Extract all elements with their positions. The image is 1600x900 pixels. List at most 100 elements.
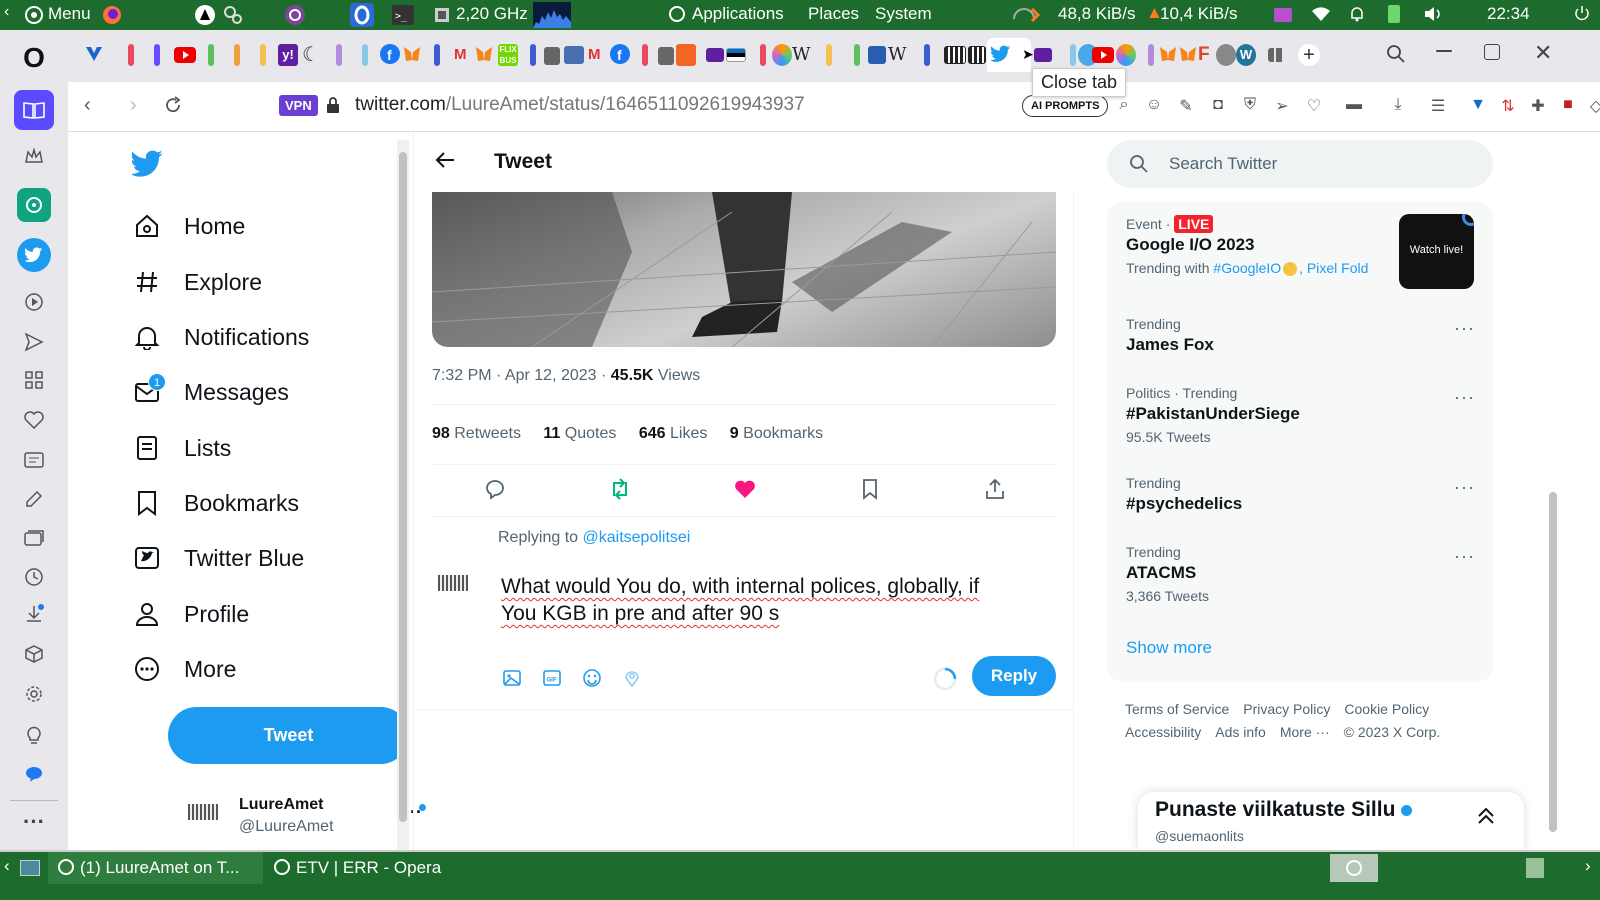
downloads-icon[interactable] <box>20 600 48 628</box>
forward-icon[interactable]: › <box>130 94 137 117</box>
tab-favicon-yahoo-icon[interactable]: y! <box>278 44 298 66</box>
show-desktop-icon[interactable] <box>20 860 40 876</box>
trend-more-icon[interactable]: ··· <box>1454 318 1475 339</box>
nav-notifications[interactable]: Notifications <box>132 317 309 357</box>
trash-icon[interactable] <box>1526 858 1544 878</box>
settings-launcher-icon[interactable] <box>222 4 244 31</box>
search-page-icon[interactable]: ⌕ <box>1114 96 1134 116</box>
inkscape-launcher-icon[interactable] <box>194 4 216 31</box>
tips-bulb-icon[interactable] <box>20 720 48 748</box>
heart-tool-icon[interactable]: ♡ <box>1304 96 1324 116</box>
speed-dial-icon[interactable] <box>20 366 48 394</box>
tab-favicon-purple-icon[interactable] <box>154 44 160 66</box>
tab-favicon-colorwheel-icon[interactable] <box>772 44 792 66</box>
tab-favicon-metamask2-icon[interactable] <box>474 44 494 66</box>
bookmark-action-icon[interactable] <box>858 477 882 501</box>
history-icon[interactable] <box>20 563 48 591</box>
extensions-icon[interactable] <box>20 640 48 668</box>
footer-link[interactable]: Ads info <box>1215 724 1266 740</box>
share-icon[interactable] <box>983 477 1007 501</box>
workspace-switcher[interactable] <box>1330 854 1378 882</box>
battery-icon[interactable] <box>1388 5 1400 28</box>
tab-favicon-yellow-icon[interactable] <box>260 44 266 66</box>
edit-tool-icon[interactable]: ✎ <box>1176 96 1196 116</box>
notifications-bell-icon[interactable] <box>1350 6 1364 27</box>
tab-favicon-orange-box-icon[interactable] <box>676 44 696 66</box>
taskbar-left-arrow-icon[interactable]: ‹ <box>4 856 10 876</box>
system-menu[interactable]: System <box>875 4 932 24</box>
nav-bookmarks[interactable]: Bookmarks <box>132 483 299 523</box>
close-window-icon[interactable]: ✕ <box>1534 40 1554 65</box>
trend-item[interactable]: Trending ATACMS 3,366 Tweets <box>1126 544 1209 604</box>
tab-favicon-lightblue-icon[interactable] <box>362 44 368 66</box>
taskbar-right-arrow-icon[interactable]: › <box>1585 856 1591 876</box>
tab-favicon-lightblue2-icon[interactable] <box>1070 44 1076 66</box>
send-icon[interactable] <box>20 328 48 356</box>
like-icon[interactable] <box>733 477 757 501</box>
tab-favicon-moon-icon[interactable]: ☾ <box>302 44 322 66</box>
tab-favicon-yahoo-mail-icon[interactable] <box>706 48 724 62</box>
tab-favicon-lilac2-icon[interactable] <box>1148 44 1154 66</box>
power-icon[interactable] <box>1574 5 1590 26</box>
tab-favicon-wikipedia-icon[interactable]: W <box>792 44 812 66</box>
taskbar-item-etv[interactable]: ETV | ERR - Opera <box>270 852 470 884</box>
tab-favicon-red-icon[interactable] <box>128 44 134 66</box>
stat-retweets[interactable]: 98 Retweets <box>432 425 521 442</box>
ai-prompts-button[interactable]: AI PROMPTS <box>1022 95 1109 117</box>
nav-lists[interactable]: Lists <box>132 428 231 468</box>
maximize-window-icon[interactable] <box>1484 44 1500 60</box>
downloads-tool-icon[interactable]: ⤓ <box>1388 96 1408 116</box>
menu-logo-icon[interactable] <box>24 5 44 30</box>
volume-icon[interactable] <box>1424 6 1442 27</box>
tor-launcher-icon[interactable] <box>284 4 306 31</box>
nav-twitter-blue[interactable]: Twitter Blue <box>132 538 304 578</box>
tab-favicon-red3-icon[interactable] <box>760 44 766 66</box>
clock[interactable]: 22:34 <box>1487 4 1530 24</box>
tab-search-icon[interactable] <box>1386 44 1406 66</box>
tab-favicon-red2-icon[interactable] <box>642 44 648 66</box>
left-scrollbar[interactable] <box>397 140 409 850</box>
tab-favicon-library2-icon[interactable] <box>968 46 986 64</box>
settings-gear-icon[interactable] <box>20 680 48 708</box>
tweet-button[interactable]: Tweet <box>168 707 409 764</box>
news-icon[interactable] <box>20 446 48 474</box>
tab-favicon-estonian-flag-icon[interactable] <box>726 48 746 62</box>
tab-favicon-doc2-icon[interactable] <box>658 47 674 65</box>
tab-favicon-lilac-icon[interactable] <box>336 44 342 66</box>
audio-indicator-icon[interactable] <box>1274 7 1292 27</box>
tab-favicon-gmail2-icon[interactable]: M <box>588 44 608 66</box>
footer-link[interactable]: Accessibility <box>1125 724 1201 740</box>
tab-favicon-facebook2-icon[interactable]: f <box>610 44 630 66</box>
ext-red-icon[interactable]: ⇅ <box>1498 96 1518 116</box>
player-icon[interactable] <box>20 288 48 316</box>
scroll-thumb[interactable] <box>399 152 407 822</box>
search-box[interactable]: Search Twitter <box>1107 140 1493 188</box>
show-more-link[interactable]: Show more <box>1126 638 1212 658</box>
firefox-launcher-icon[interactable] <box>102 5 122 30</box>
back-arrow-icon[interactable] <box>434 150 456 175</box>
image-icon[interactable] <box>502 668 522 693</box>
reply-icon[interactable] <box>483 477 507 501</box>
trend-event[interactable]: Event · LIVE Google I/O 2023 Trending wi… <box>1126 215 1396 277</box>
lock-icon[interactable] <box>326 96 340 119</box>
terminal-launcher-icon[interactable]: >_ <box>392 5 414 30</box>
tab-favicon-yellow2-icon[interactable] <box>826 44 832 66</box>
tab-favicon-flixbus-icon[interactable]: FLIX BUS <box>498 44 518 66</box>
tab-favicon-verify-icon[interactable] <box>84 44 104 66</box>
tab-favicon-metamask4-icon[interactable] <box>1178 44 1198 66</box>
messenger-icon[interactable] <box>20 760 48 788</box>
footer-link[interactable]: Terms of Service <box>1125 701 1229 717</box>
emoji-icon[interactable] <box>582 668 602 693</box>
tab-favicon-green-icon[interactable] <box>208 44 214 66</box>
camera-icon[interactable]: ◘ <box>1208 96 1228 116</box>
tab-favicon-library-icon[interactable] <box>944 46 966 64</box>
tab-favicon-yahoo-mail2-icon[interactable] <box>1034 48 1052 62</box>
tabs-icon[interactable] <box>20 524 48 552</box>
vpn-badge[interactable]: VPN <box>279 95 318 116</box>
twitter-sidebar-icon[interactable] <box>17 238 51 272</box>
opera-launcher-icon[interactable] <box>350 3 374 32</box>
taskbar-item-twitter[interactable]: (1) LuureAmet on T... <box>48 852 263 884</box>
tab-favicon-wordpress-icon[interactable]: W <box>1236 44 1256 66</box>
replying-to-handle[interactable]: @kaitsepolitsei <box>583 529 691 546</box>
tab-favicon-f-icon[interactable]: F <box>1198 44 1218 66</box>
